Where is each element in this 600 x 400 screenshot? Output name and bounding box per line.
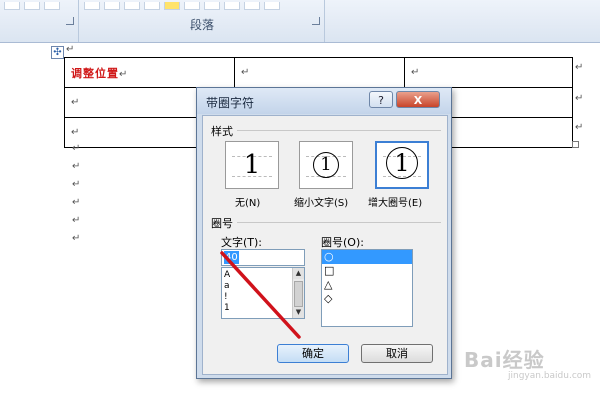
table-cell[interactable]: ↵	[234, 57, 405, 88]
style-option-none[interactable]: 1	[225, 141, 279, 189]
paragraph-mark: ↵	[411, 67, 420, 78]
ribbon-button[interactable]	[104, 2, 120, 10]
style-caption-enlarge-symbol[interactable]: 增大圈号(E)	[368, 194, 422, 209]
enclosure-option-triangle[interactable]: △	[322, 278, 412, 292]
sample-char: 1	[313, 152, 339, 178]
ribbon-button[interactable]	[124, 2, 140, 10]
paragraph-group-label: 段落	[189, 18, 214, 32]
ribbon-button[interactable]	[4, 2, 20, 10]
ribbon-button[interactable]	[224, 2, 240, 10]
text-input[interactable]: 40	[221, 249, 305, 266]
enclosure-section-label: 圈号	[211, 217, 233, 230]
section-divider	[237, 222, 441, 223]
ribbon-button[interactable]	[144, 2, 160, 10]
style-option-shrink-text[interactable]: 1	[299, 141, 353, 189]
scroll-down-icon[interactable]: ▼	[293, 307, 304, 318]
style-option-enlarge-symbol[interactable]: 1	[375, 141, 429, 189]
paragraph-mark: ↵	[72, 161, 81, 172]
ribbon-button[interactable]	[244, 2, 260, 10]
baidu-jingyan-watermark: Bai经验 jingyan.baidu.com	[464, 344, 594, 392]
ribbon-buttons-row	[84, 0, 284, 10]
style-caption-none[interactable]: 无(N)	[235, 194, 260, 209]
table-move-handle-icon[interactable]: ✣	[51, 46, 64, 59]
ribbon-buttons-row	[4, 0, 64, 10]
enclose-characters-dialog: 带圈字符 ? X 样式 1 无(N) 1 缩小文字(S) 1 增大圈号(E) 圈…	[196, 87, 452, 379]
ribbon-button[interactable]	[204, 2, 220, 10]
style-sample: 1	[377, 146, 427, 180]
dialog-body: 样式 1 无(N) 1 缩小文字(S) 1 增大圈号(E) 圈号 文字(T): …	[202, 115, 448, 375]
paragraph-mark: ↵	[71, 127, 80, 138]
section-divider	[237, 130, 441, 131]
row-end-mark: ↵	[575, 93, 584, 104]
paragraph-mark: ↵	[72, 233, 81, 244]
table-cell[interactable]: 调整位置↵	[64, 57, 235, 88]
enclosure-option-diamond[interactable]: ◇	[322, 292, 412, 306]
watermark-sub: jingyan.baidu.com	[508, 371, 592, 381]
ribbon: 段落	[0, 0, 600, 43]
row-end-mark: ↵	[575, 62, 584, 73]
paragraph-mark: ↵	[71, 97, 80, 108]
ribbon-button[interactable]	[184, 2, 200, 10]
help-button[interactable]: ?	[369, 91, 393, 108]
enclosure-option-square[interactable]: □	[322, 264, 412, 278]
enclosure-option-circle[interactable]: ○	[322, 250, 412, 264]
paragraph-dialog-launcher-icon[interactable]	[312, 17, 320, 25]
dialog-title: 带圈字符	[206, 96, 255, 110]
ribbon-group-font	[0, 0, 79, 42]
text-list-scrollbar[interactable]: ▲ ▼	[292, 268, 304, 318]
ribbon-button[interactable]	[24, 2, 40, 10]
enclosure-field-label: 圈号(O):	[321, 236, 364, 249]
paragraph-mark: ↵	[72, 197, 81, 208]
ribbon-button[interactable]	[44, 2, 60, 10]
paragraph-mark: ↵	[66, 44, 75, 55]
sample-char: 1	[243, 150, 261, 180]
scroll-thumb[interactable]	[294, 281, 303, 307]
table-cell[interactable]: ↵	[404, 57, 573, 88]
row-end-mark: ↵	[575, 122, 584, 133]
style-sample: 1	[226, 148, 278, 182]
table-resize-handle-icon[interactable]	[572, 141, 579, 148]
ribbon-button[interactable]	[264, 2, 280, 10]
cancel-button[interactable]: 取消	[361, 344, 433, 363]
ribbon-button[interactable]	[84, 2, 100, 10]
paragraph-mark: ↵	[72, 143, 81, 154]
style-caption-shrink-text[interactable]: 缩小文字(S)	[294, 194, 348, 209]
style-section-label: 样式	[211, 125, 233, 138]
enclosure-listbox[interactable]: ○ □ △ ◇	[321, 249, 413, 327]
ribbon-button-highlighted[interactable]	[164, 2, 180, 10]
ribbon-group-paragraph: 段落	[80, 0, 325, 42]
text-input-value: 40	[224, 251, 239, 264]
paragraph-mark: ↵	[72, 179, 81, 190]
dialog-title-bar[interactable]: 带圈字符 ? X	[197, 88, 451, 114]
paragraph-mark: ↵	[241, 67, 250, 78]
close-button[interactable]: X	[396, 91, 440, 108]
font-dialog-launcher-icon[interactable]	[66, 17, 74, 25]
sample-char: 1	[386, 147, 418, 179]
text-field-label: 文字(T):	[221, 236, 263, 249]
ok-button[interactable]: 确定	[277, 344, 349, 363]
watermark-main: Bai经验	[464, 348, 545, 372]
paragraph-mark: ↵	[119, 68, 128, 80]
text-listbox[interactable]: A a ! 1 ▲ ▼	[221, 267, 305, 319]
paragraph-mark: ↵	[72, 215, 81, 226]
ribbon-group-styles	[328, 0, 600, 42]
table-row: 调整位置↵ ↵ ↵	[64, 57, 573, 88]
scroll-up-icon[interactable]: ▲	[293, 268, 304, 279]
cell-text: 调整位置	[71, 66, 119, 80]
style-sample: 1	[300, 148, 352, 182]
